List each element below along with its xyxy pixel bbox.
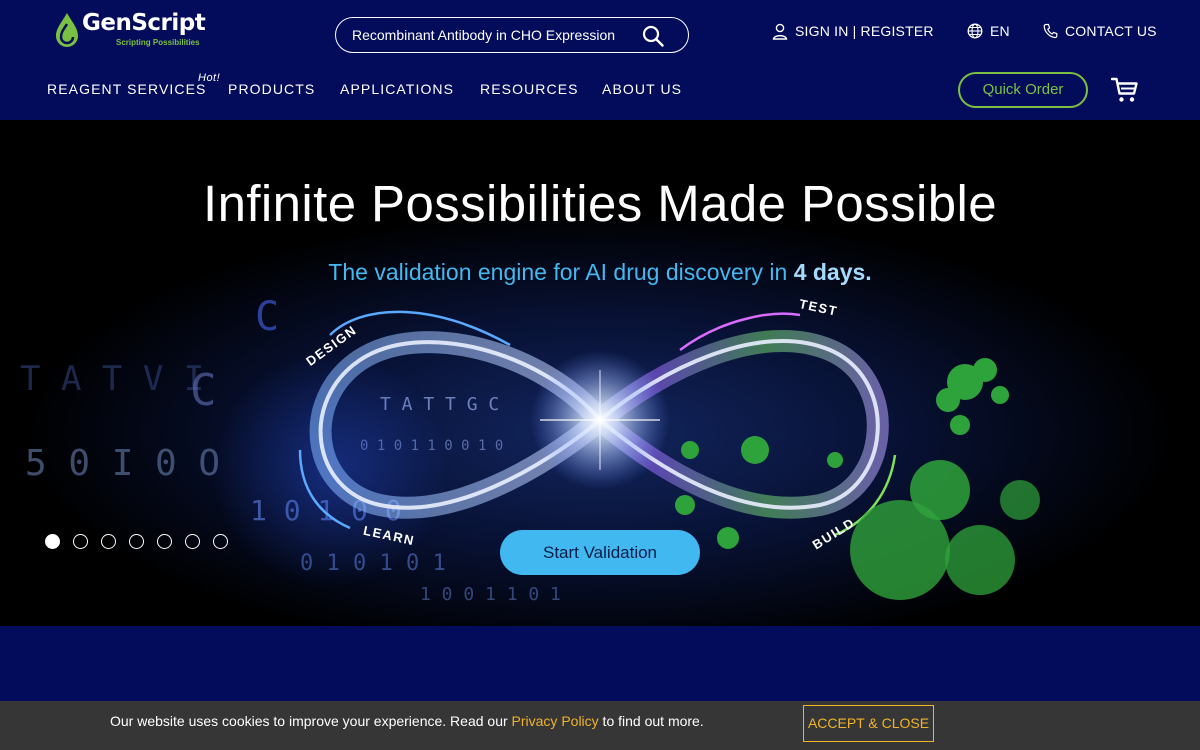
hot-badge: Hot! bbox=[198, 72, 221, 84]
svg-text:C: C bbox=[190, 365, 217, 416]
carousel-dot[interactable] bbox=[73, 534, 88, 549]
content-section bbox=[0, 626, 1200, 702]
logo-wordmark: GenScript bbox=[82, 10, 206, 36]
cookie-message: Our website uses cookies to improve your… bbox=[110, 713, 704, 729]
carousel-dot[interactable] bbox=[101, 534, 116, 549]
privacy-policy-link[interactable]: Privacy Policy bbox=[512, 713, 599, 729]
logo-drop-icon bbox=[56, 13, 78, 47]
language-label: EN bbox=[990, 23, 1010, 39]
hero-subtitle: The validation engine for AI drug discov… bbox=[0, 259, 1200, 286]
nav-products[interactable]: PRODUCTS bbox=[228, 81, 315, 99]
carousel-dot[interactable] bbox=[213, 534, 228, 549]
hero-title: Infinite Possibilities Made Possible bbox=[203, 175, 997, 232]
search-icon[interactable] bbox=[642, 25, 664, 47]
site-header: GenScript Scripting Possibilities SIGN I… bbox=[0, 0, 1200, 120]
genscript-logo[interactable]: GenScript Scripting Possibilities bbox=[54, 10, 214, 52]
nav-resources[interactable]: RESOURCES bbox=[480, 81, 579, 99]
contact-label: CONTACT US bbox=[1065, 23, 1157, 39]
accept-close-button[interactable]: ACCEPT & CLOSE bbox=[803, 705, 934, 742]
hero-banner: T A T V I 5 0 I 0 O C C 1 0 1 0 0 0 1 0 … bbox=[0, 120, 1200, 626]
carousel-dot[interactable] bbox=[157, 534, 172, 549]
svg-text:1 0 0 1 1 0 1: 1 0 0 1 1 0 1 bbox=[420, 584, 561, 605]
phone-icon bbox=[1043, 23, 1058, 39]
logo-tagline: Scripting Possibilities bbox=[116, 38, 200, 47]
globe-icon bbox=[967, 23, 983, 39]
nav-about-us[interactable]: ABOUT US bbox=[602, 81, 682, 99]
svg-text:C: C bbox=[255, 294, 279, 340]
contact-us-link[interactable]: CONTACT US bbox=[1043, 21, 1157, 41]
cookie-text-before: Our website uses cookies to improve your… bbox=[110, 713, 512, 729]
search-input[interactable] bbox=[352, 26, 632, 44]
search-bar bbox=[335, 17, 689, 53]
hero-subtitle-text: The validation engine for AI drug discov… bbox=[328, 259, 794, 285]
cart-icon[interactable] bbox=[1111, 76, 1139, 104]
quick-order-button[interactable]: Quick Order bbox=[958, 72, 1088, 108]
cookie-text-after: to find out more. bbox=[598, 713, 704, 729]
svg-text:5 0 I 0 O: 5 0 I 0 O bbox=[25, 443, 220, 484]
sign-in-register-link[interactable]: SIGN IN | REGISTER bbox=[772, 21, 934, 41]
carousel-dot[interactable] bbox=[129, 534, 144, 549]
language-selector[interactable]: EN bbox=[967, 21, 1010, 41]
hero-subtitle-highlight: 4 days. bbox=[793, 259, 872, 285]
carousel-dot[interactable] bbox=[45, 534, 60, 549]
nav-reagent-services[interactable]: REAGENT SERVICES bbox=[47, 81, 206, 99]
user-icon bbox=[772, 23, 788, 40]
sign-in-label: SIGN IN | REGISTER bbox=[795, 23, 934, 39]
svg-text:T A T V I: T A T V I bbox=[20, 359, 204, 399]
cookie-banner: Our website uses cookies to improve your… bbox=[0, 701, 1200, 750]
carousel-indicators bbox=[45, 534, 228, 549]
start-validation-button[interactable]: Start Validation bbox=[500, 530, 700, 575]
carousel-dot[interactable] bbox=[185, 534, 200, 549]
nav-applications[interactable]: APPLICATIONS bbox=[340, 81, 454, 99]
